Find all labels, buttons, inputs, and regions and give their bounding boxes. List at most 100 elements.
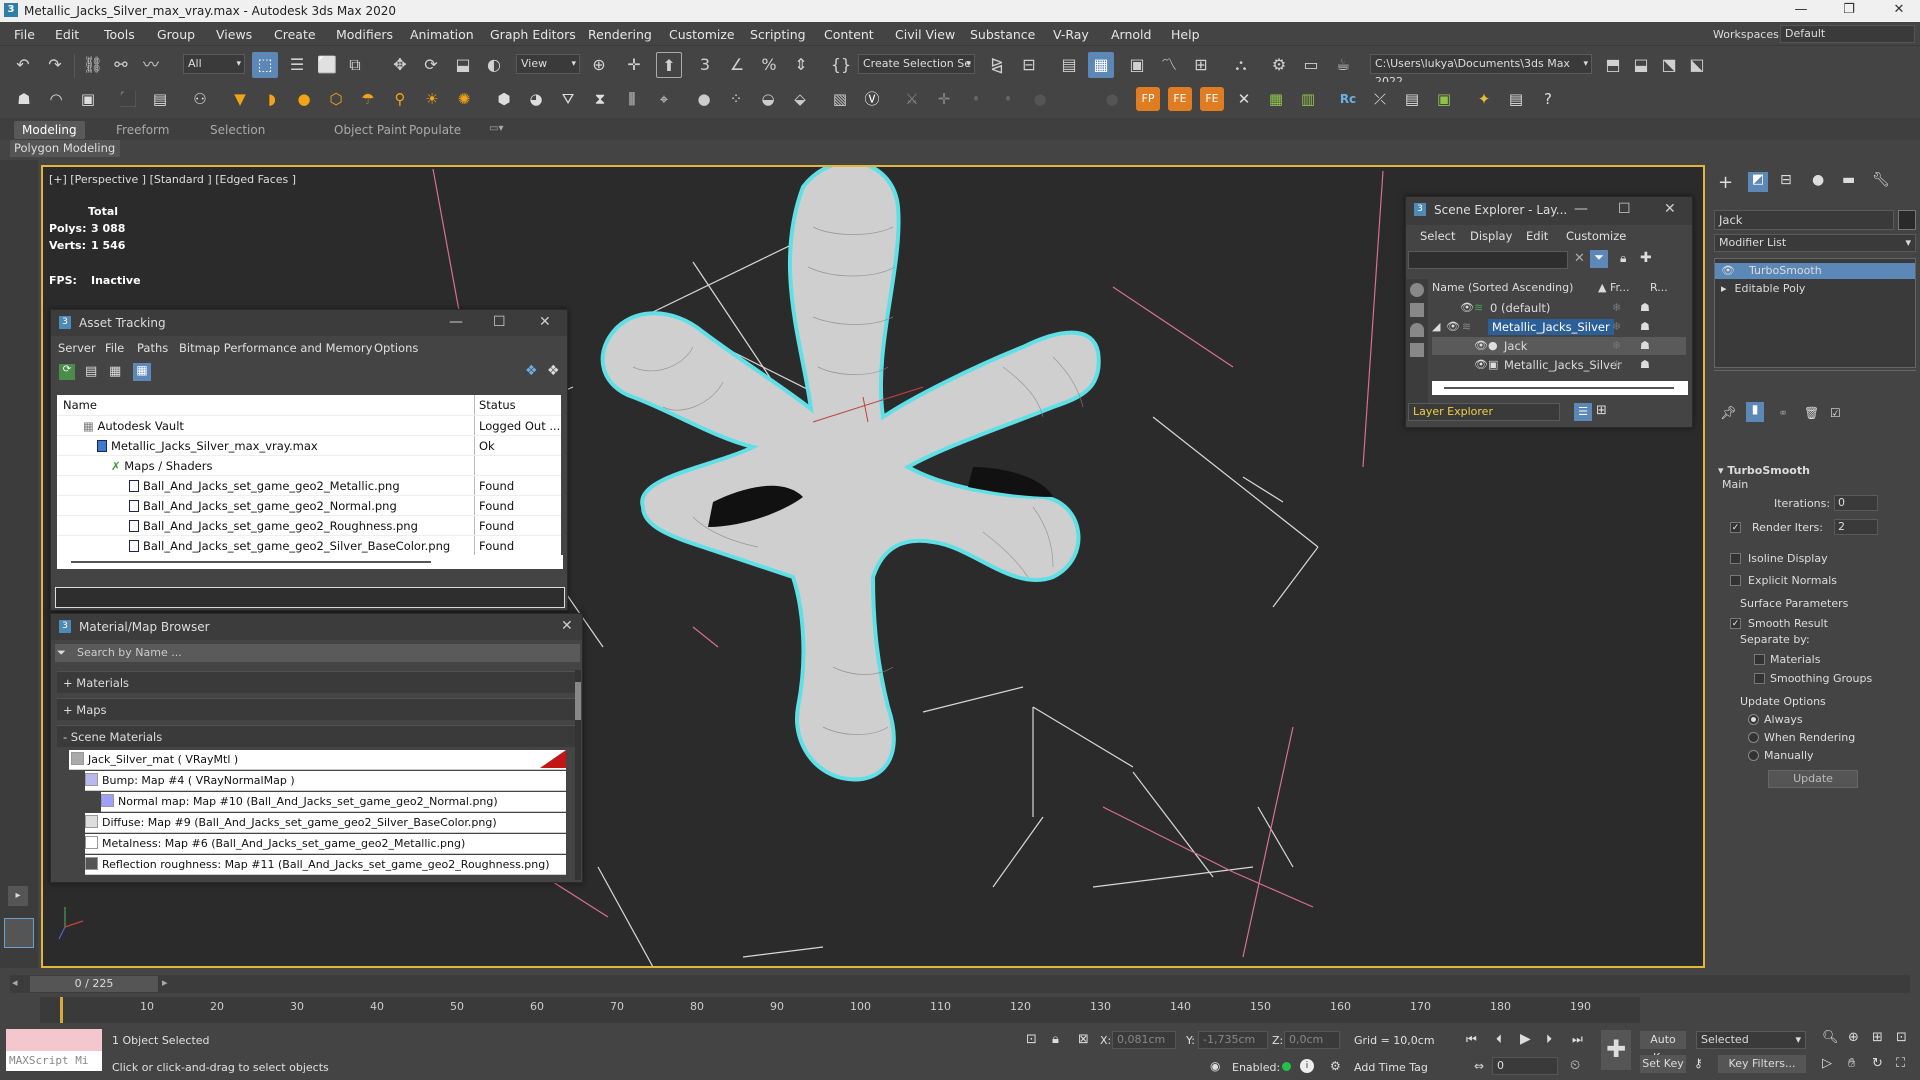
map-slot-row[interactable]: Normal map: Map #10 (Ball_And_Jacks_set_… (101, 792, 566, 812)
workspace-dropdown[interactable]: Default (1780, 25, 1915, 43)
vray-fur-icon[interactable]: ⧗ (588, 87, 612, 111)
close-button[interactable]: ✕ (1884, 2, 1914, 20)
auto-key-button[interactable]: Auto Key (1640, 1031, 1686, 1064)
explorer-type-dropdown[interactable]: Layer Explorer (1408, 403, 1560, 421)
angle-snap-icon[interactable]: ∠ (724, 52, 750, 78)
vray-sphere-light-icon[interactable]: ● (292, 87, 316, 111)
tab-freeform[interactable]: Freeform (108, 121, 177, 139)
zoom-extents-icon[interactable]: ⊞ (1872, 1030, 1883, 1045)
select-by-name-icon[interactable]: ☰ (284, 52, 310, 78)
zoom-icon[interactable]: 🔍︎ (1822, 1030, 1839, 1045)
polygon-modeling-panel[interactable]: Polygon Modeling (10, 140, 120, 157)
snaps-toggle-icon[interactable]: 3 (692, 52, 718, 78)
wire-color-icon[interactable]: ⚔ (900, 87, 924, 111)
render-production-icon[interactable]: ☕ (1330, 52, 1356, 78)
cameras-icon[interactable] (1410, 343, 1424, 357)
fov-icon[interactable]: ▷ (1822, 1056, 1832, 1071)
refresh-icon[interactable]: ⟳ (59, 364, 75, 380)
project-icon-3[interactable]: ⬔ (1656, 52, 1682, 78)
x-coord-field[interactable]: 0,081cm (1112, 1031, 1176, 1049)
menu-create[interactable]: Create (274, 27, 316, 42)
maxscript-listener-pink[interactable] (6, 1029, 102, 1051)
list-icon[interactable]: ▤ (85, 364, 101, 380)
utilities-tab-icon[interactable]: 🔧︎ (1872, 172, 1890, 188)
show-end-result-icon[interactable]: ▮ (1746, 402, 1764, 422)
object-name-input[interactable]: Jack (1714, 210, 1894, 230)
render-region-icon[interactable]: ⬛ (116, 87, 140, 111)
vray-blend-mtl-icon[interactable]: ⬙ (788, 87, 812, 111)
freeze-icon[interactable]: ❄ (1612, 356, 1621, 374)
explicit-normals-checkbox[interactable] (1730, 575, 1741, 586)
collapse-icon[interactable]: ◢ (1432, 318, 1440, 336)
vray-plane-light-icon[interactable]: ▼ (228, 87, 252, 111)
menu-vray[interactable]: V-Ray (1053, 27, 1089, 42)
go-to-start-icon[interactable]: ⏮ (1466, 1032, 1477, 1047)
materials-section[interactable]: + Materials (57, 671, 577, 693)
track-bar[interactable]: 10 20 30 40 50 60 70 80 90 100 110 120 1… (40, 997, 1640, 1023)
display-icon[interactable] (1410, 283, 1424, 297)
toggle-ribbon-icon[interactable]: ▣ (1124, 52, 1150, 78)
rendered-frame-window-icon[interactable]: ▭ (1298, 52, 1324, 78)
lights-icon[interactable] (1410, 323, 1424, 337)
col-status[interactable]: Status (479, 398, 516, 412)
vray-sky-icon[interactable]: ✺ (452, 87, 476, 111)
render-teapot-icon[interactable]: ☗ (1640, 299, 1650, 317)
scene-explorer-titlebar[interactable]: 3 Scene Explorer - Lay... — ☐ ✕ (1406, 197, 1692, 225)
maximize-button[interactable]: ❐ (1834, 2, 1864, 20)
minimize-icon[interactable]: — (1574, 201, 1588, 217)
col-name-sorted[interactable]: Name (Sorted Ascending) (1432, 279, 1573, 297)
prev-frame-icon[interactable]: ◂ (12, 976, 18, 989)
enabled-indicator-icon[interactable] (1282, 1062, 1291, 1071)
vray-sphere-icon[interactable]: ⌖ (652, 87, 676, 111)
update-button[interactable]: Update (1768, 770, 1858, 788)
table-row[interactable]: Metallic_Jacks_Silver_max_vray.max Ok (57, 435, 561, 456)
isoline-display-checkbox[interactable] (1730, 553, 1741, 564)
curve-editor-icon[interactable]: 〽 (1156, 52, 1182, 78)
rect-selection-icon[interactable]: ⬜ (314, 52, 340, 78)
scene-materials-section[interactable]: - Scene Materials (57, 725, 577, 747)
layer-row-default[interactable]: 👁︎ ≋ 0 (default) ❄ ☗ (1432, 299, 1686, 317)
isolate-selection-icon[interactable]: ⊡ (1026, 1032, 1037, 1047)
lock-icon[interactable]: 🔒︎ (1620, 251, 1626, 266)
absolute-mode-icon[interactable]: ⊠ (1078, 1032, 1089, 1047)
vray-ambient-light-icon[interactable]: ⚲ (388, 87, 412, 111)
table-row[interactable]: ▦ Autodesk Vault Logged Out ... (57, 415, 561, 436)
create-tab-icon[interactable]: + (1718, 172, 1733, 193)
render-iters-spinner[interactable]: 2 (1834, 519, 1878, 535)
scene-search-input[interactable] (1408, 251, 1568, 269)
selection-set-dropdown[interactable]: Selected ▾ (1696, 1031, 1806, 1049)
fp-icon-1[interactable]: FP (1136, 87, 1160, 111)
redo-icon[interactable]: ↷ (42, 52, 68, 78)
menu-views[interactable]: Views (216, 27, 252, 42)
menu-select[interactable]: Select (1420, 229, 1455, 243)
stack-item-turbosmooth[interactable]: 👁︎ TurboSmooth (1715, 263, 1915, 279)
map-slot-row[interactable]: Reflection roughness: Map #11 (Ball_And_… (85, 855, 566, 875)
col-render[interactable]: R... (1650, 279, 1668, 297)
freeze-icon[interactable]: ❄ (1612, 299, 1621, 317)
expand-icon[interactable]: ▸ (1721, 282, 1727, 295)
menu-server[interactable]: Server (58, 341, 96, 355)
tool-icon-7[interactable]: ✦ (1472, 87, 1496, 111)
menu-modifiers[interactable]: Modifiers (336, 27, 393, 42)
configure-sets-icon[interactable]: ☑ (1830, 406, 1841, 420)
y-coord-field[interactable]: -1,735cm (1198, 1031, 1268, 1049)
menu-customize[interactable]: Customize (1566, 229, 1626, 243)
time-tag-icon[interactable]: ⚙ (1330, 1059, 1341, 1073)
visibility-eye-icon[interactable]: 👁︎ (1460, 299, 1474, 317)
menu-substance[interactable]: Substance (970, 27, 1035, 42)
mirror-icon[interactable]: ⧎ (984, 52, 1010, 78)
vray-volume-grid-icon[interactable]: ⛛ (556, 87, 580, 111)
maximize-icon[interactable]: ☐ (493, 314, 506, 330)
motion-tab-icon[interactable]: ● (1812, 172, 1824, 188)
orbit-icon[interactable]: ↻ (1872, 1056, 1883, 1071)
menu-edit[interactable]: Edit (55, 27, 79, 42)
select-manipulate-icon[interactable]: ✛ (621, 52, 647, 78)
close-icon[interactable]: ✕ (1664, 201, 1676, 217)
material-browser-titlebar[interactable]: 3 Material/Map Browser ✕ (51, 614, 582, 640)
maxscript-mini-listener[interactable]: MAXScript Mi (6, 1051, 102, 1071)
render-iters-checkbox[interactable]: ✓ (1730, 522, 1741, 533)
pin-stack-icon[interactable]: 📌︎ (1720, 406, 1737, 421)
rc-icon[interactable]: Rc (1336, 87, 1360, 111)
selection-lock-icon[interactable]: 🔒︎ (1052, 1032, 1059, 1047)
visibility-eye-icon[interactable]: 👁︎ (1446, 318, 1460, 336)
